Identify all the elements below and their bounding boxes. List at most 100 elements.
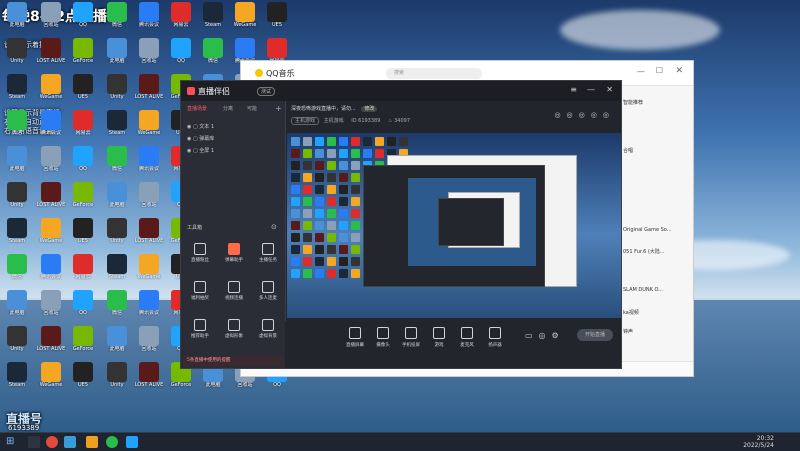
desktop-icon[interactable]: QQ — [166, 38, 196, 72]
desktop-icon[interactable]: 微信 — [102, 146, 132, 180]
desktop-icon[interactable]: 此电脑 — [102, 38, 132, 72]
desktop-icon[interactable]: Steam — [198, 2, 228, 36]
list-item[interactable]: SLAM DUNK O... — [623, 287, 663, 293]
desktop-icon[interactable]: 微信 — [2, 254, 32, 288]
desktop-icon[interactable]: UE5 — [262, 2, 292, 36]
source-button[interactable]: 麦克风 — [453, 327, 481, 348]
desktop-icon[interactable]: Unity — [2, 38, 32, 72]
desktop-icon[interactable]: 网易云 — [68, 110, 98, 144]
qq-music-search-input[interactable]: 搜索 — [386, 68, 482, 79]
desktop-icon[interactable]: 此电脑 — [2, 290, 32, 324]
desktop-icon[interactable]: Steam — [2, 362, 32, 396]
list-item[interactable]: 智能推荐 — [623, 99, 643, 106]
desktop-icon[interactable]: 微信 — [102, 290, 132, 324]
desktop-icon[interactable]: 网易云 — [68, 254, 98, 288]
bottom-settings-icons[interactable]: ▭◎⚙ — [525, 331, 565, 340]
tool-7-button[interactable]: 推荐助手 — [183, 317, 217, 347]
desktop-icon[interactable]: 微信 — [2, 110, 32, 144]
minimize-icon[interactable]: — — [637, 67, 645, 76]
source-button[interactable]: 直播屏幕 — [341, 327, 369, 348]
desktop-icon[interactable]: 微信 — [102, 2, 132, 36]
desktop-icon[interactable]: LOST ALIVE — [134, 362, 164, 396]
edit-title-button[interactable]: 修改 — [361, 106, 378, 112]
desktop-icon[interactable]: WeGame — [230, 2, 260, 36]
desktop-icon[interactable]: Steam — [102, 254, 132, 288]
app-icon[interactable] — [86, 436, 98, 448]
desktop-icon[interactable]: 腾讯会议 — [134, 290, 164, 324]
desktop-icon[interactable]: WeGame — [36, 362, 66, 396]
minimize-icon[interactable]: — — [587, 85, 595, 94]
app-icon[interactable] — [126, 436, 138, 448]
desktop-icon[interactable]: QQ — [68, 290, 98, 324]
desktop-icon[interactable]: 腾讯会议 — [36, 254, 66, 288]
desktop-icon[interactable]: 网易云 — [166, 2, 196, 36]
tool-8-button[interactable]: 虚拟形象 — [217, 317, 251, 347]
tab-split[interactable]: 分离 — [223, 105, 233, 112]
tool-3-button[interactable]: 主播任务 — [251, 241, 285, 271]
start-icon[interactable]: ⊞ — [6, 436, 18, 448]
source-button[interactable]: 摄像头 — [369, 327, 397, 348]
desktop-icon[interactable]: WeGame — [134, 254, 164, 288]
list-item[interactable]: 051 Fur.6 (大陆... — [623, 248, 665, 255]
desktop-icon[interactable]: UE5 — [68, 74, 98, 108]
desktop-icon[interactable]: Unity — [2, 326, 32, 360]
tool-5-button[interactable]: 视频连播 — [217, 279, 251, 309]
scene-item[interactable]: ◉ ▢ 文本 1 — [187, 123, 214, 130]
desktop-icon[interactable]: Steam — [102, 110, 132, 144]
desktop-icon[interactable]: WeGame — [36, 218, 66, 252]
desktop-icon[interactable]: GeForce — [68, 38, 98, 72]
desktop-icon[interactable]: LOST ALIVE — [36, 182, 66, 216]
desktop-icon[interactable]: UE5 — [68, 362, 98, 396]
maximize-icon[interactable]: ☐ — [656, 66, 663, 75]
tool-4-button[interactable]: 福利抽奖 — [183, 279, 217, 309]
desktop-icon[interactable]: UE5 — [68, 218, 98, 252]
desktop-icon[interactable]: WeGame — [36, 74, 66, 108]
source-button[interactable]: 扬声器 — [481, 327, 509, 348]
chrome-icon[interactable] — [46, 436, 58, 448]
desktop-icon[interactable]: 微信 — [198, 38, 228, 72]
app-icon[interactable] — [64, 436, 76, 448]
desktop-icon[interactable]: 此电脑 — [2, 2, 32, 36]
toolbox-more-icon[interactable]: ⊙ — [271, 223, 277, 231]
desktop-icon[interactable]: 回收站 — [134, 38, 164, 72]
desktop-icon[interactable]: WeGame — [134, 110, 164, 144]
desktop-icon[interactable]: QQ — [68, 2, 98, 36]
desktop-icon[interactable]: Unity — [102, 74, 132, 108]
list-item[interactable]: Original Game So... — [623, 227, 672, 233]
desktop-icon[interactable]: LOST ALIVE — [36, 326, 66, 360]
live-tool-window[interactable]: 直播伴侣 测试 ≡ — ✕ 直播场景 分离 可能 + ◉ ▢ 文本 1 ◉ ▢ … — [180, 80, 622, 369]
source-button[interactable]: 手机投屏 — [397, 327, 425, 348]
tab-scene[interactable]: 直播场景 — [187, 105, 207, 112]
add-icon[interactable]: + — [275, 104, 282, 113]
desktop-icon[interactable]: 腾讯会议 — [134, 146, 164, 180]
tool-6-button[interactable]: 多人连麦 — [251, 279, 285, 309]
desktop-icon[interactable]: LOST ALIVE — [134, 74, 164, 108]
desktop-icon[interactable]: 此电脑 — [102, 182, 132, 216]
taskbar-clock[interactable]: 20:32 2022/5/24 — [743, 435, 774, 449]
desktop-icon[interactable]: 此电脑 — [2, 146, 32, 180]
start-live-button[interactable]: 开始直播 — [577, 329, 613, 341]
desktop-icon[interactable]: QQ — [68, 146, 98, 180]
toolbar-icons[interactable]: ◎◎◎◎◎ — [554, 111, 615, 119]
app-icon[interactable] — [106, 436, 118, 448]
category-tag[interactable]: 主机游戏 — [291, 117, 320, 125]
tool-2-button[interactable]: 弹幕助手 — [217, 241, 251, 271]
list-item[interactable]: ka视频 — [623, 309, 639, 316]
desktop-icon[interactable]: LOST ALIVE — [36, 38, 66, 72]
list-item[interactable]: 合唱 — [623, 147, 633, 154]
explorer-icon[interactable] — [28, 436, 40, 448]
desktop-icon[interactable]: Unity — [102, 218, 132, 252]
scene-item[interactable]: ◉ ▢ 全屏 1 — [187, 147, 214, 154]
desktop-icon[interactable]: Unity — [2, 182, 32, 216]
tool-9-button[interactable]: 虚拟背景 — [251, 317, 285, 347]
tab-maybe[interactable]: 可能 — [247, 105, 257, 112]
source-button[interactable]: 游戏 — [425, 327, 453, 348]
desktop-icon[interactable]: Unity — [102, 362, 132, 396]
desktop-icon[interactable]: 回收站 — [36, 2, 66, 36]
desktop-icon[interactable]: LOST ALIVE — [134, 218, 164, 252]
scene-item[interactable]: ◉ ▢ 弹幕库 — [187, 135, 214, 142]
tool-1-button[interactable]: 直播粉丝 — [183, 241, 217, 271]
close-icon[interactable]: ✕ — [606, 85, 613, 94]
desktop-icon[interactable]: GeForce — [68, 326, 98, 360]
desktop-icon[interactable]: GeForce — [68, 182, 98, 216]
